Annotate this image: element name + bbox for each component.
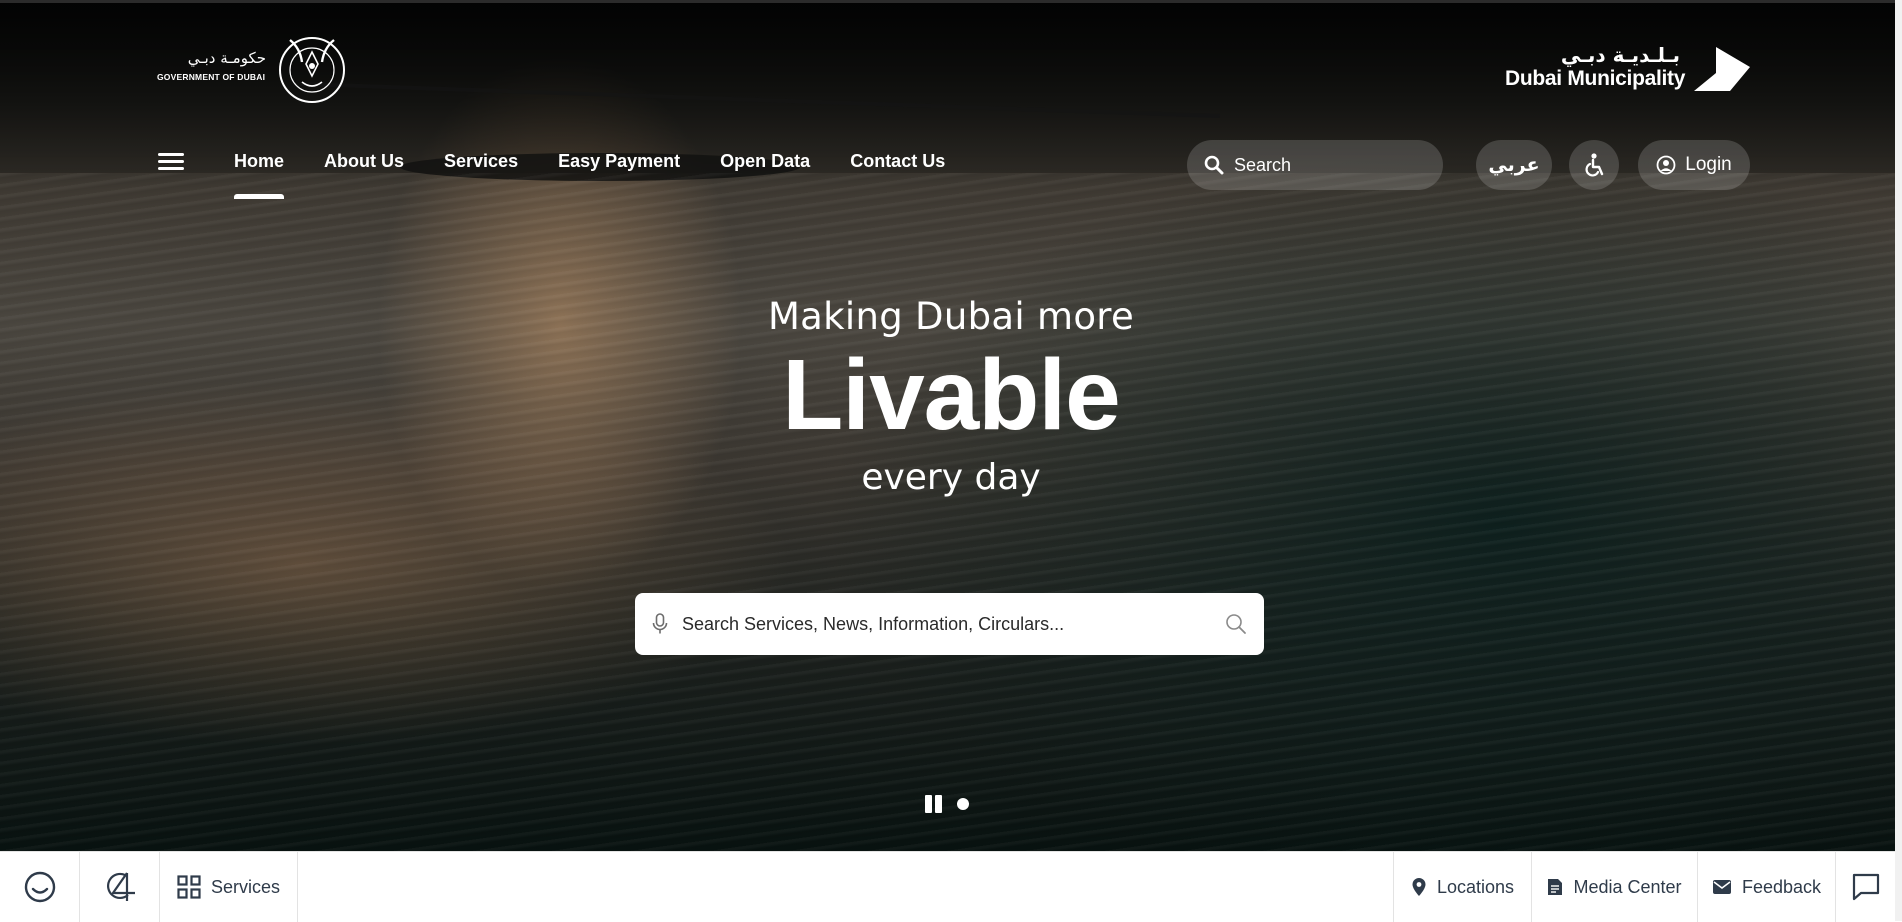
dubai-2040-button[interactable]	[80, 852, 160, 922]
dm-logo-arabic-text: بـلـديـة دبـي	[1560, 43, 1680, 67]
dm-arrow-mark-icon	[1694, 47, 1750, 91]
header-search-input[interactable]: Search	[1187, 140, 1443, 190]
grid-icon	[177, 875, 201, 899]
site-search-box[interactable]: Search Services, News, Information, Circ…	[635, 593, 1264, 655]
document-icon	[1548, 879, 1563, 895]
media-center-label: Media Center	[1573, 876, 1682, 897]
media-center-button[interactable]: Media Center	[1531, 852, 1697, 922]
nav-item-open-data[interactable]: Open Data	[720, 151, 810, 172]
smiley-icon	[24, 871, 55, 903]
header-search-placeholder: Search	[1234, 154, 1292, 175]
hero-tagline-line1: Making Dubai more	[767, 295, 1135, 338]
hero-tagline-line3: every day	[861, 457, 1041, 498]
chat-button[interactable]	[1835, 852, 1896, 922]
services-shortcut-button[interactable]: Services	[160, 852, 298, 922]
hero-water-texture	[0, 173, 1902, 851]
chat-icon	[1852, 873, 1880, 901]
nav-item-easy-payment[interactable]: Easy Payment	[558, 151, 680, 172]
envelope-icon	[1712, 880, 1731, 894]
carousel-dot[interactable]	[957, 798, 969, 810]
happiness-button[interactable]	[0, 852, 80, 922]
login-button[interactable]: Login	[1638, 140, 1750, 190]
dubai-2040-icon	[106, 872, 135, 901]
hamburger-menu-icon[interactable]	[158, 153, 184, 173]
search-icon	[1204, 155, 1224, 175]
user-circle-icon	[1656, 155, 1676, 175]
feedback-button[interactable]: Feedback	[1697, 852, 1835, 922]
dubai-emblem-icon	[279, 37, 345, 103]
nav-item-contact-us[interactable]: Contact Us	[850, 151, 945, 172]
accessibility-icon	[1585, 153, 1604, 177]
locations-button[interactable]: Locations	[1393, 852, 1531, 922]
bottom-quick-bar: Services Locations Media Center Feedback	[0, 851, 1902, 922]
feedback-label: Feedback	[1741, 876, 1822, 897]
locations-label: Locations	[1436, 876, 1515, 897]
dm-logo-english-text: Dubai Municipality	[1505, 67, 1686, 90]
main-navigation: Home About Us Services Easy Payment Open…	[234, 151, 985, 199]
page-scrollbar[interactable]	[1895, 0, 1902, 921]
nav-item-services[interactable]: Services	[444, 151, 518, 172]
services-shortcut-label: Services	[210, 876, 281, 897]
language-toggle-button[interactable]: عربي	[1476, 140, 1552, 190]
dubai-municipality-logo[interactable]: بـلـديـة دبـي Dubai Municipality	[1505, 43, 1750, 93]
gov-logo-english-text: GOVERNMENT OF DUBAI	[157, 72, 266, 82]
location-pin-icon	[1412, 878, 1426, 896]
carousel-controls	[925, 795, 969, 813]
accessibility-button[interactable]	[1569, 140, 1619, 190]
nav-item-home[interactable]: Home	[234, 151, 285, 199]
hero-banner: حكومـة دبـي GOVERNMENT OF DUBAI بـلـديـة…	[0, 3, 1902, 851]
gov-logo-arabic-text: حكومـة دبـي	[187, 49, 266, 67]
site-search-placeholder: Search Services, News, Information, Circ…	[682, 613, 1065, 634]
login-label: Login	[1685, 154, 1732, 175]
nav-item-about-us[interactable]: About Us	[324, 151, 404, 172]
hero-tagline-highlight: Livable	[782, 339, 1121, 451]
government-of-dubai-logo[interactable]: حكومـة دبـي GOVERNMENT OF DUBAI	[155, 26, 355, 106]
pause-icon[interactable]	[925, 795, 943, 813]
search-submit-icon[interactable]	[1225, 613, 1247, 635]
microphone-icon[interactable]	[652, 613, 668, 635]
